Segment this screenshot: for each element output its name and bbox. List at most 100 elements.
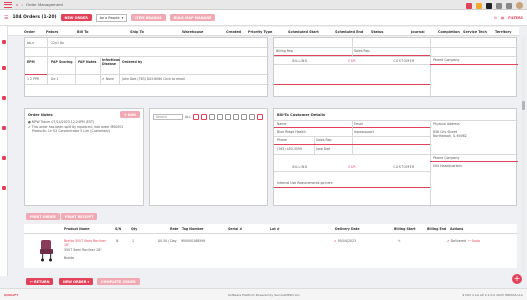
- upload-icon[interactable]: [257, 114, 263, 120]
- undo-button[interactable]: ↩ Undo: [468, 239, 480, 243]
- col-delivery-date: Delivery Date: [335, 227, 360, 231]
- row-select-icon[interactable]: [2, 40, 6, 44]
- check-icon: ✔: [447, 239, 450, 243]
- complete-order-button[interactable]: COMPLETE ORDER: [97, 278, 140, 285]
- chat-icon[interactable]: [241, 114, 247, 120]
- customer-details-title: Bill-To Customer Details: [277, 113, 325, 117]
- col-order[interactable]: Order: [24, 30, 35, 34]
- image-icon[interactable]: [201, 114, 207, 120]
- col-bill-to[interactable]: Bill To: [77, 30, 88, 34]
- col-status[interactable]: Status: [371, 30, 383, 34]
- notification-icon[interactable]: [466, 2, 472, 9]
- billing-rep-label: Billing Rep: [276, 49, 293, 53]
- col-scheduled-start[interactable]: Scheduled Start: [288, 30, 319, 34]
- product-name[interactable]: Bratta 30VT Semi Recliner 18": [64, 239, 108, 247]
- print-receipt-button[interactable]: PRINT RECEIPT: [61, 213, 98, 220]
- col-completion[interactable]: Completion: [438, 30, 460, 34]
- document-icon[interactable]: [193, 114, 199, 120]
- bulk-map-button[interactable]: BULK MAP MANAGE: [169, 14, 216, 21]
- delivery-date-value: 05/04/2023: [337, 239, 357, 243]
- alert-icon[interactable]: [476, 2, 482, 9]
- col-billing-start: Billing Start: [394, 227, 416, 231]
- envelope-icon[interactable]: [225, 114, 231, 120]
- col-lot: Lot #: [270, 227, 280, 231]
- add-fab[interactable]: +: [512, 274, 522, 284]
- attachments-panel: Search ALL: [149, 108, 268, 206]
- parent-company-value: Gilk Headquarters: [433, 164, 462, 168]
- item-brands-button[interactable]: ITEM BRANDS: [131, 14, 166, 21]
- delivery-date: ✔ 05/04/2023: [334, 239, 356, 243]
- phone-label: Phone: [277, 138, 287, 142]
- row-select-icon[interactable]: [2, 66, 6, 70]
- top-bar: ⌂ › Order Management: [0, 0, 527, 10]
- col-scheduled-end[interactable]: Scheduled End: [335, 30, 363, 34]
- cell-value: ✔ None: [102, 77, 115, 81]
- filters-button[interactable]: FILTERS: [508, 16, 523, 20]
- tab-customer[interactable]: CUSTOMER: [378, 164, 430, 169]
- customer-tabs: BILLING CSR CUSTOMER: [274, 164, 430, 169]
- scrollbar[interactable]: [522, 37, 525, 272]
- col-billing-end: Billing End: [427, 227, 447, 231]
- settings-icon[interactable]: [506, 2, 512, 9]
- col-pators[interactable]: Pators: [46, 30, 58, 34]
- row-select-icon[interactable]: [2, 126, 6, 130]
- tab-billing[interactable]: BILLING: [274, 164, 326, 169]
- sales-rep-label: Sales Rep: [354, 49, 370, 53]
- email-label: Email: [354, 122, 363, 126]
- parent-company-label: Parent Company: [433, 156, 460, 160]
- row-select-icon[interactable]: [2, 96, 6, 100]
- orders-count-title: 104 Orders (1-20): [12, 15, 57, 20]
- refresh-icon[interactable]: ↻: [494, 16, 497, 20]
- return-button[interactable]: ↩ RETURN: [26, 278, 54, 285]
- tab-csr[interactable]: CSR: [326, 58, 378, 63]
- filter-icon[interactable]: ☰: [4, 15, 8, 21]
- all-filter[interactable]: ALL: [185, 115, 191, 119]
- home-icon[interactable]: ⌂: [16, 2, 18, 7]
- print-order-button[interactable]: PRINT ORDER: [26, 213, 60, 220]
- col-actions: Actions: [450, 227, 464, 231]
- tab-csr[interactable]: CSR: [326, 164, 378, 169]
- col-service-tech[interactable]: Service Tech: [463, 30, 487, 34]
- col-created[interactable]: Created: [226, 30, 241, 34]
- tab-billing[interactable]: BILLING: [274, 58, 326, 63]
- folder-icon[interactable]: [217, 114, 223, 120]
- new-order-button[interactable]: NEW ORDER: [60, 14, 92, 21]
- rep-tabs: BILLING CSR CUSTOMER: [274, 58, 430, 63]
- col-journal[interactable]: Journal: [411, 30, 425, 34]
- edit-icon[interactable]: ✎: [398, 239, 401, 243]
- people-select[interactable]: be a People ▾: [95, 13, 128, 22]
- menu-icon[interactable]: [4, 1, 12, 8]
- col-warehouse[interactable]: Warehouse: [182, 30, 203, 34]
- email-value: mpwsupport: [354, 130, 374, 134]
- add-note-button[interactable]: + ADD: [119, 111, 140, 118]
- footer-brand: QUALIFY: [4, 292, 19, 297]
- product-rate: $0.50 / Day: [158, 239, 177, 243]
- new-order-bottom-button[interactable]: NEW ORDER ▾: [59, 278, 94, 285]
- clipboard-icon[interactable]: [209, 114, 215, 120]
- product-table: Product Name S/N Qty Rate Tag Number Ser…: [24, 224, 517, 268]
- order-notes-title: Order Notes: [28, 113, 53, 117]
- note-line: ● MPW Tracer 07/14/2023 12:24PM (EST): [28, 120, 95, 124]
- toolbar-icon[interactable]: [486, 2, 492, 9]
- phone-icon[interactable]: [233, 114, 239, 120]
- apps-icon[interactable]: [496, 2, 502, 9]
- col-priority[interactable]: Priority Type: [248, 30, 272, 34]
- product-model: 30VT Semi Recliner 18": [64, 248, 102, 252]
- row-select-icon[interactable]: [2, 186, 6, 190]
- col-sn: S/N: [115, 227, 122, 231]
- avatar[interactable]: [516, 2, 523, 9]
- chevron-down-icon: ▾: [121, 15, 124, 20]
- search-placeholder: Search: [156, 115, 167, 119]
- name-value: Blue Ridge Health: [277, 130, 306, 134]
- col-tag-number: Tag Number: [182, 227, 204, 231]
- note-line: Products: 1x O2 Concentrator 5 L/m (Cust…: [32, 129, 111, 133]
- search-input[interactable]: Search: [153, 114, 183, 120]
- scrollbar-thumb[interactable]: [522, 101, 525, 110]
- footer-version: 9 DAY 2 LG AP 2.1.0.0 2023 HRPASS LLC: [462, 292, 523, 297]
- col-ship-to[interactable]: Ship To: [130, 30, 144, 34]
- grid-icon[interactable]: ▦: [501, 16, 504, 20]
- signature-icon[interactable]: [249, 114, 255, 120]
- row-select-icon[interactable]: [2, 156, 6, 160]
- col-territory[interactable]: Territory: [495, 30, 512, 34]
- tab-customer[interactable]: CUSTOMER: [378, 58, 430, 63]
